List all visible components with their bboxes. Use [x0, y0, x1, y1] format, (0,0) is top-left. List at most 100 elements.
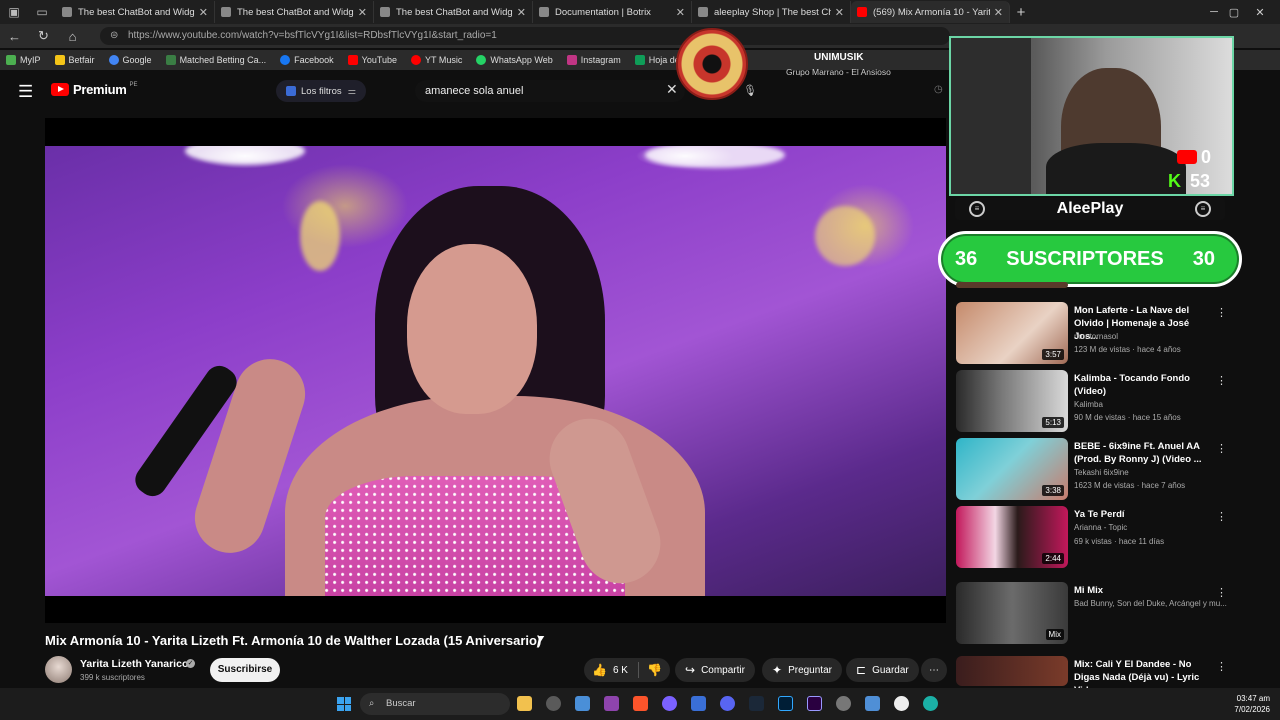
rec-title[interactable]: Kalimba - Tocando Fondo (Video): [1074, 372, 1212, 398]
bookmark-label: YouTube: [361, 55, 398, 65]
youtube-premium-logo[interactable]: Premium PE: [51, 82, 138, 97]
app-icon[interactable]: [662, 696, 677, 711]
rec-title[interactable]: Mi Mix: [1074, 584, 1212, 597]
rec-title[interactable]: Ya Te Perdí: [1074, 508, 1212, 521]
close-icon[interactable]: ✕: [835, 6, 844, 19]
clear-search-icon[interactable]: ✕: [666, 81, 678, 98]
bookmark-icon: [165, 55, 176, 65]
close-icon[interactable]: ✕: [358, 6, 367, 19]
system-clock[interactable]: 03:47 am 7/02/2026: [1226, 693, 1270, 715]
video-frame[interactable]: [45, 146, 946, 596]
stage-light: [185, 146, 305, 164]
youtube-viewer-count: 0: [1201, 147, 1212, 167]
taskbar-search[interactable]: ⌕ Buscar: [360, 693, 510, 715]
bookmark-item[interactable]: YT Music: [411, 55, 462, 65]
close-icon[interactable]: ✕: [994, 6, 1003, 19]
app-icon[interactable]: [604, 696, 619, 711]
brave-icon[interactable]: [633, 696, 648, 711]
reload-icon[interactable]: ↻: [29, 28, 58, 44]
site-info-icon[interactable]: ⊜: [110, 27, 118, 45]
video-thumbnail[interactable]: [956, 656, 1068, 686]
browser-tab-strip: ▣ ▭ The best ChatBot and Widgets fo ✕ The…: [0, 0, 1280, 24]
browser-tab[interactable]: aleeplay Shop | The best ChatBot ✕: [692, 1, 851, 23]
video-thumbnail[interactable]: 2:44: [956, 506, 1068, 568]
more-vert-icon[interactable]: ⋮: [1216, 660, 1227, 673]
app-icon[interactable]: [691, 696, 706, 711]
timer-icon[interactable]: ◷: [934, 84, 943, 95]
browser-tab[interactable]: The best ChatBot and Widgets fo ✕: [215, 1, 374, 23]
streamer-badge-icon: ≡: [1195, 201, 1211, 217]
close-icon[interactable]: ✕: [676, 6, 685, 19]
save-button[interactable]: ⊏ Guardar: [846, 658, 919, 682]
url-field[interactable]: ⊜ https://www.youtube.com/watch?v=bsfTlcV…: [100, 27, 950, 45]
kick-viewer-count: 53: [1190, 171, 1211, 191]
bookmark-item[interactable]: MyIP: [6, 55, 41, 65]
new-tab-button[interactable]: +: [1010, 4, 1032, 21]
rec-channel[interactable]: Kalimba: [1074, 400, 1103, 409]
browser-tab[interactable]: The best ChatBot and Widgets fo ✕: [56, 1, 215, 23]
steam-icon[interactable]: [749, 696, 764, 711]
rec-channel[interactable]: Bad Bunny, Son del Duke, Arcángel y mu..…: [1074, 599, 1227, 608]
subscribe-button[interactable]: Suscribirse: [210, 658, 280, 682]
youtube-icon: [347, 55, 358, 65]
close-icon[interactable]: ✕: [199, 6, 208, 19]
thumbs-up-icon[interactable]: 👍: [592, 663, 607, 677]
more-vert-icon[interactable]: ⋮: [1216, 374, 1227, 387]
filters-button[interactable]: Los filtros ⚌: [276, 80, 367, 102]
more-vert-icon[interactable]: ⋮: [1216, 442, 1227, 455]
mix-thumbnail[interactable]: Mix: [956, 582, 1068, 644]
video-player[interactable]: [45, 118, 946, 623]
channel-name[interactable]: Yarita Lizeth Yanarico: [80, 658, 188, 670]
more-vert-icon[interactable]: ⋮: [1216, 306, 1227, 319]
video-thumbnail[interactable]: 3:38: [956, 438, 1068, 500]
file-explorer-icon[interactable]: [517, 696, 532, 711]
workspaces-icon[interactable]: ▣: [0, 0, 28, 24]
search-input[interactable]: amanece sola anuel: [415, 80, 685, 102]
settings-icon[interactable]: [836, 696, 851, 711]
more-vert-icon[interactable]: ⋮: [1216, 586, 1227, 599]
tab-actions-icon[interactable]: ▭: [28, 0, 56, 24]
more-vert-icon[interactable]: ⋮: [1216, 510, 1227, 523]
partial-thumbnail[interactable]: [956, 282, 1068, 288]
windows-start-icon[interactable]: [337, 697, 351, 711]
bookmark-item[interactable]: Instagram: [566, 55, 621, 65]
rec-title[interactable]: BEBE - 6ix9ine Ft. Anuel AA (Prod. By Ro…: [1074, 440, 1212, 466]
rec-channel[interactable]: Arianna - Topic: [1074, 523, 1127, 532]
channel-avatar[interactable]: [45, 656, 72, 683]
ask-button[interactable]: ✦ Preguntar: [762, 658, 842, 682]
video-thumbnail[interactable]: 5:13: [956, 370, 1068, 432]
bookmark-item[interactable]: Matched Betting Ca...: [165, 55, 266, 65]
bookmark-item[interactable]: YouTube: [347, 55, 398, 65]
rec-channel[interactable]: montornasol: [1074, 332, 1118, 341]
hamburger-menu-icon[interactable]: ☰: [18, 82, 33, 102]
back-icon[interactable]: ←: [0, 29, 29, 44]
app-icon[interactable]: [575, 696, 590, 711]
notepad-icon[interactable]: [865, 696, 880, 711]
microphone-icon[interactable]: 🎙: [743, 84, 757, 97]
window-close-icon[interactable]: ✕: [1240, 0, 1280, 24]
edge-icon[interactable]: [923, 696, 938, 711]
thumbs-down-icon[interactable]: 👎: [647, 663, 662, 677]
share-button[interactable]: ↪ Compartir: [675, 658, 755, 682]
video-thumbnail[interactable]: 3:57: [956, 302, 1068, 364]
browser-tab[interactable]: The best ChatBot and Widgets fo ✕: [374, 1, 533, 23]
bookmark-item[interactable]: Facebook: [280, 55, 334, 65]
rec-stats: 123 M de vistas · hace 4 años: [1074, 345, 1181, 354]
sheets-icon: [634, 55, 645, 65]
like-count[interactable]: 6 K: [613, 665, 628, 676]
photoshop-icon[interactable]: [778, 696, 793, 711]
rec-channel[interactable]: Tekashi 6ix9ine: [1074, 468, 1129, 477]
premiere-icon[interactable]: [807, 696, 822, 711]
home-icon[interactable]: ⌂: [58, 29, 87, 44]
browser-tab[interactable]: Documentation | Botrix ✕: [533, 1, 692, 23]
browser-tab-active[interactable]: (569) Mix Armonía 10 - Yarit ✕: [851, 1, 1010, 23]
bookmark-item[interactable]: WhatsApp Web: [476, 55, 553, 65]
bookmark-label: Google: [122, 55, 152, 65]
more-actions-button[interactable]: ⋯: [921, 658, 947, 682]
bookmark-item[interactable]: Google: [108, 55, 152, 65]
close-icon[interactable]: ✕: [517, 6, 526, 19]
bookmark-item[interactable]: Betfair: [54, 55, 95, 65]
app-icon[interactable]: [546, 696, 561, 711]
discord-icon[interactable]: [720, 696, 735, 711]
media-player-icon[interactable]: [894, 696, 909, 711]
